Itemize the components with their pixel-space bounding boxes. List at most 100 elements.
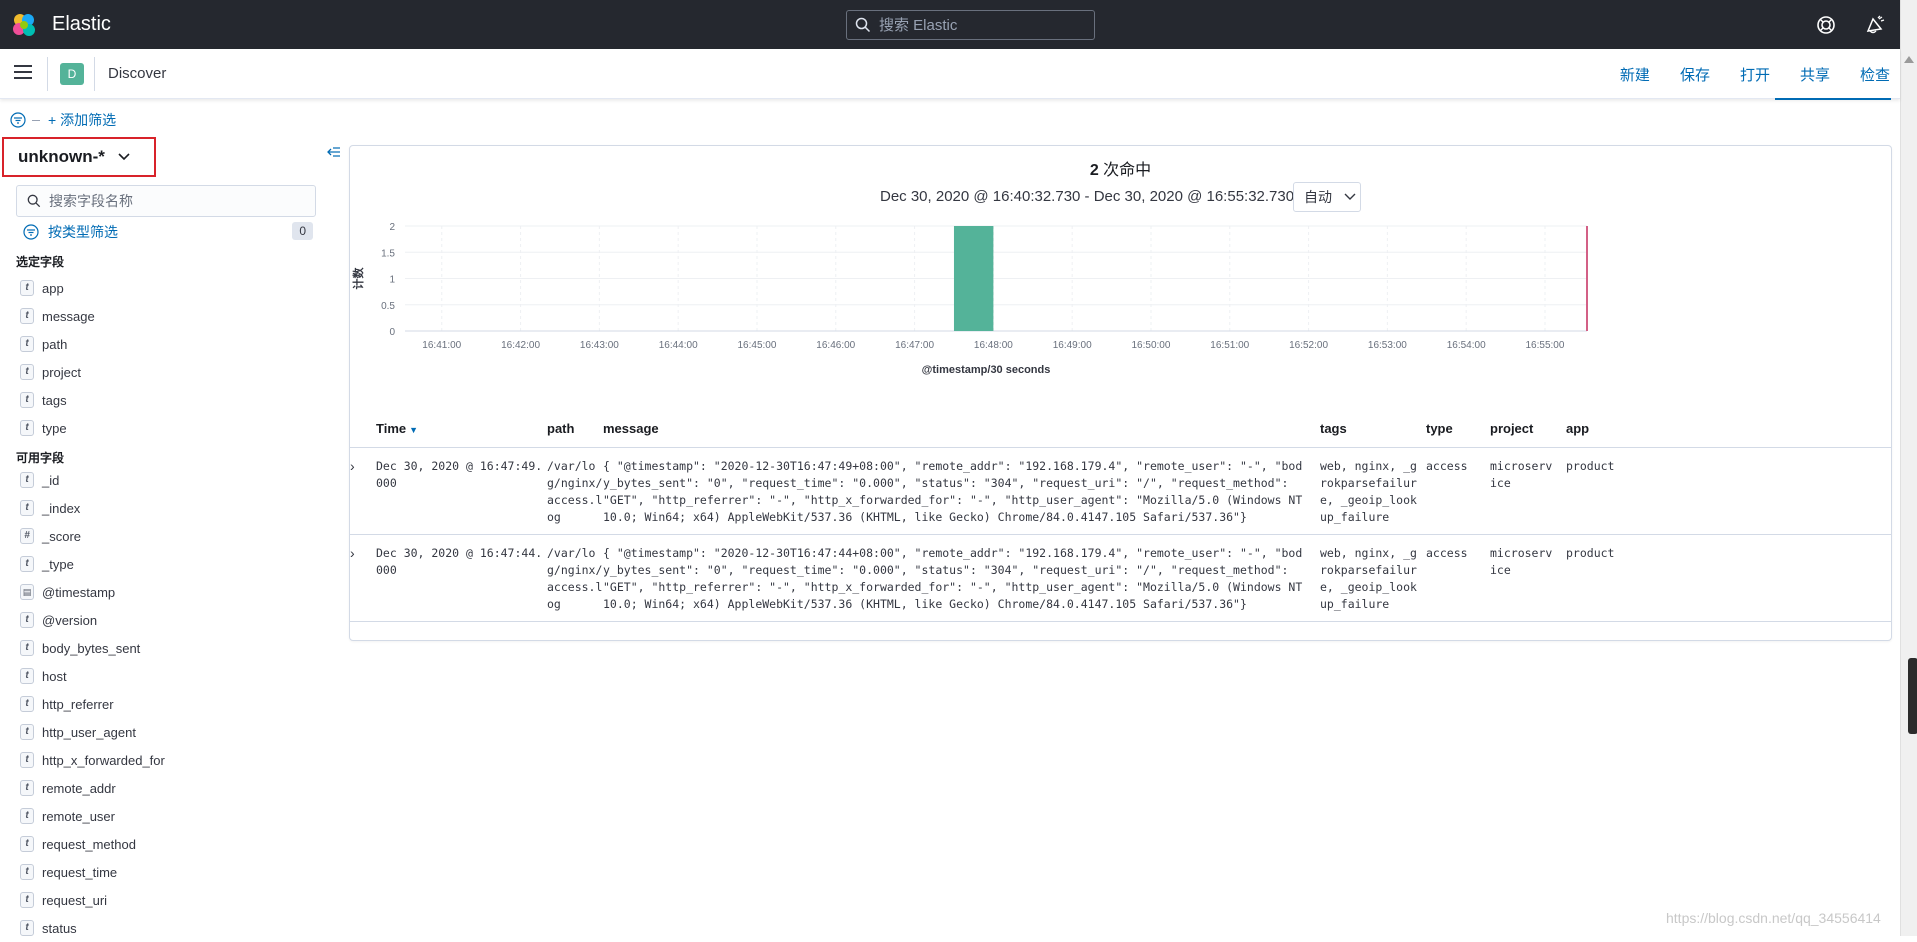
field-item[interactable]: t host [20,662,165,690]
index-pattern-selector[interactable]: unknown-* [2,137,156,177]
y-tick-label: 2 [389,222,395,233]
column-header-message[interactable]: message [603,411,1320,448]
field-item[interactable]: t request_method [20,830,165,858]
field-item[interactable]: t tags [20,386,95,414]
inspect-button[interactable]: 检查 [1860,64,1890,85]
selected-fields-title: 选定字段 [16,255,65,269]
page-title: Discover [108,65,167,82]
column-header-tags[interactable]: tags [1320,411,1426,448]
column-header-path[interactable]: path [547,411,603,448]
collapse-sidebar-icon[interactable] [326,145,342,161]
share-button[interactable]: 共享 [1800,64,1830,85]
string-type-icon: t [20,308,34,324]
filter-by-type-label[interactable]: 按类型筛选 [48,222,118,242]
save-button[interactable]: 保存 [1680,64,1710,85]
field-name: project [42,364,82,380]
number-type-icon: # [20,528,34,544]
global-search[interactable] [846,10,1095,40]
field-item[interactable]: t project [20,358,95,386]
global-search-input[interactable] [877,15,1077,35]
brand-name[interactable]: Elastic [52,12,111,37]
table-row[interactable]: › Dec 30, 2020 @ 16:47:49.000 /var/log/n… [350,447,1891,535]
expand-column-header [350,411,376,448]
field-item[interactable]: t @version [20,606,165,634]
x-axis-title: @timestamp/30 seconds [922,364,1051,376]
cell-path: /var/log/nginx/access.log [547,534,603,622]
type-filter-count-badge: 0 [292,222,313,240]
page-scrollbar[interactable] [1900,0,1917,936]
x-tick-label: 16:49:00 [1053,340,1092,351]
new-button[interactable]: 新建 [1620,64,1650,85]
field-item[interactable]: t request_time [20,858,165,886]
field-item[interactable]: t message [20,302,95,330]
menu-icon[interactable] [14,65,32,81]
filter-by-type[interactable]: 按类型筛选 0 [23,222,313,242]
newsfeed-icon[interactable] [1864,14,1886,36]
field-name: body_bytes_sent [42,640,141,656]
help-icon[interactable] [1815,14,1837,36]
top-nav-actions: 新建 保存 打开 共享 检查 [1590,64,1890,85]
cell-path: /var/log/nginx/access.log [547,447,603,535]
field-item[interactable]: t remote_user [20,802,165,830]
column-header-app[interactable]: app [1566,411,1891,448]
x-tick-label: 16:43:00 [580,340,619,351]
x-tick-label: 16:54:00 [1447,340,1486,351]
field-search[interactable] [16,185,316,217]
filter-icon[interactable] [10,112,26,128]
available-fields-title: 可用字段 [16,451,65,465]
scroll-thumb[interactable] [1908,658,1917,734]
x-tick-label: 16:52:00 [1289,340,1328,351]
column-header-project[interactable]: project [1490,411,1566,448]
time-range: Dec 30, 2020 @ 16:40:32.730 - Dec 30, 20… [880,188,1295,205]
chevron-down-icon [118,153,130,161]
field-item[interactable]: t _type [20,550,165,578]
field-item[interactable]: t http_referrer [20,690,165,718]
y-tick-label: 1.5 [381,248,395,259]
field-search-input[interactable] [47,192,287,210]
field-item[interactable]: t _index [20,494,165,522]
field-item[interactable]: t body_bytes_sent [20,634,165,662]
field-name: status [42,920,77,936]
field-item[interactable]: t path [20,330,95,358]
scroll-up-icon[interactable] [1904,56,1914,63]
cell-type: access [1426,534,1490,622]
field-item[interactable]: t _id [20,466,165,494]
sort-desc-icon[interactable]: ▼ [409,425,418,435]
add-filter-button[interactable]: + 添加筛选 [48,110,116,130]
string-type-icon: t [20,780,34,796]
field-item[interactable]: t app [20,274,95,302]
field-name: _index [42,500,81,516]
string-type-icon: t [20,864,34,880]
open-button[interactable]: 打开 [1740,64,1770,85]
cell-project: microservice [1490,534,1566,622]
column-header-time[interactable]: Time ▼ [376,411,547,448]
expand-row-icon[interactable]: › [350,458,355,474]
field-item[interactable]: # _score [20,522,165,550]
app-navbar: D Discover 新建 保存 打开 共享 检查 [0,49,1900,99]
expand-row-icon[interactable]: › [350,545,355,561]
field-item[interactable]: t type [20,414,95,442]
cell-time: Dec 30, 2020 @ 16:47:49.000 [376,447,547,535]
app-badge[interactable]: D [60,63,84,85]
cell-type: access [1426,447,1490,535]
histogram-chart: 0 0.5 1 1.5 2 16:41:00 16:42:00 16:43:00 16:44:0… [351,222,1588,376]
string-type-icon: t [20,420,34,436]
x-tick-label: 16:46:00 [816,340,855,351]
field-item[interactable]: t request_uri [20,886,165,914]
field-item[interactable]: ▤ @timestamp [20,578,165,606]
y-tick-label: 0 [389,327,395,338]
search-icon [27,194,41,208]
field-item[interactable]: t http_user_agent [20,718,165,746]
discover-panel: 2 次命中 Dec 30, 2020 @ 16:40:32.730 - Dec … [349,145,1892,641]
string-type-icon: t [20,500,34,516]
elastic-logo-icon[interactable] [11,12,37,38]
column-header-type[interactable]: type [1426,411,1490,448]
field-item[interactable]: t http_x_forwarded_for [20,746,165,774]
table-row[interactable]: › Dec 30, 2020 @ 16:47:44.000 /var/log/n… [350,534,1891,622]
string-type-icon: t [20,612,34,628]
divider [47,57,48,91]
date-type-icon: ▤ [20,584,34,600]
field-item[interactable]: t remote_addr [20,774,165,802]
available-fields-list: t _idt _index # _score t _type ▤ @timestamp t @ver… [20,466,165,942]
field-item[interactable]: t status [20,914,165,942]
